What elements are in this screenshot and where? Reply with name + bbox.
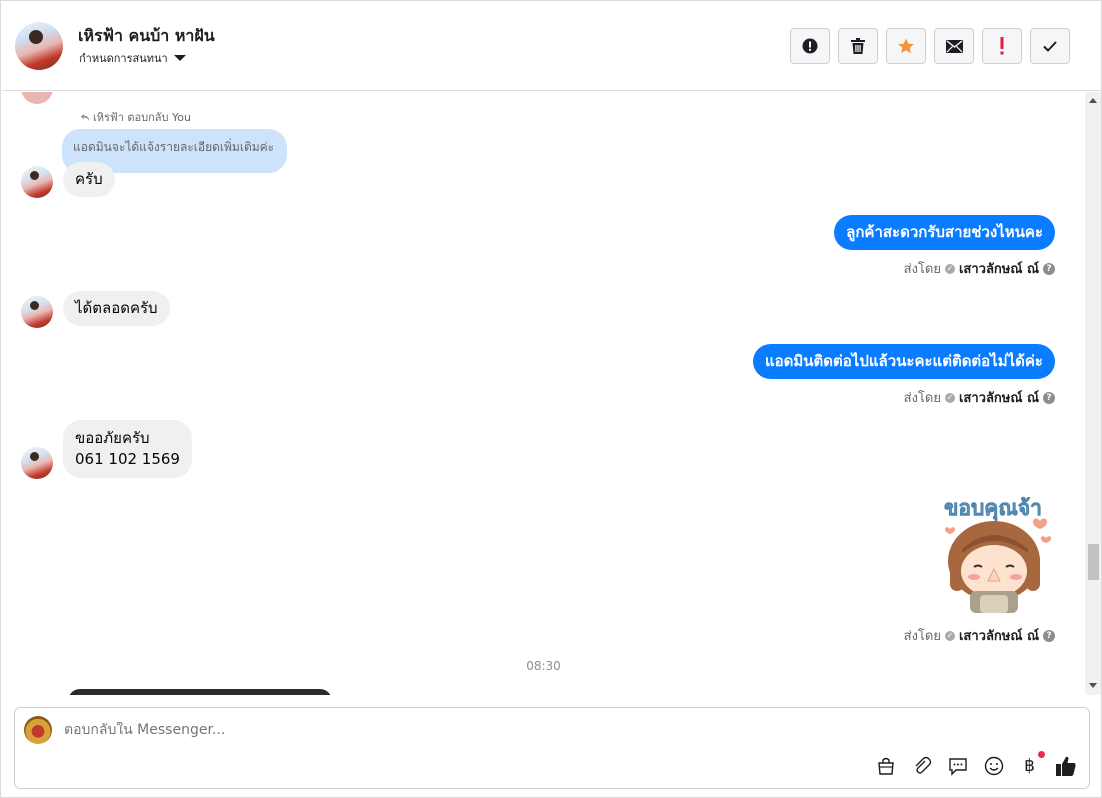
contact-avatar: [21, 92, 53, 104]
outgoing-message[interactable]: แอดมินติดต่อไปแล้วนะคะแต่ติดต่อไม่ได้ค่ะ: [753, 344, 1055, 379]
emoji-icon: [984, 756, 1003, 775]
page-avatar: [24, 716, 52, 744]
baht-payment-icon: ฿: [1024, 755, 1035, 776]
contact-avatar[interactable]: [21, 296, 53, 328]
envelope-icon: [945, 39, 963, 53]
sent-by-line: ส่งโดย ✓ เสาวลักษณ์ ณ์ ?: [904, 625, 1055, 646]
checkmark-icon: [1043, 40, 1057, 52]
attach-button[interactable]: [910, 754, 933, 777]
scroll-up-arrow-icon[interactable]: [1089, 98, 1097, 103]
shop-button[interactable]: [874, 754, 897, 777]
reply-arrow-icon: [81, 113, 90, 121]
conversation-header: เหิรฟ้า คนบ้า หาฝัน กำหนดการสนทนา: [2, 2, 1101, 91]
contact-avatar[interactable]: [15, 22, 63, 70]
mark-unread-button[interactable]: [934, 28, 974, 64]
emoji-button[interactable]: [982, 754, 1005, 777]
scroll-down-arrow-icon[interactable]: [1089, 683, 1097, 688]
sent-by-line: ส่งโดย ✓ เสาวลักษณ์ ณ์ ?: [904, 258, 1055, 279]
conversation-panel: เหิรฟ้า คนบ้า หาฝัน กำหนดการสนทนา เหิรฟ้…: [0, 0, 1102, 798]
incoming-message[interactable]: ครับ: [63, 162, 115, 197]
incoming-message[interactable]: ได้ตลอดครับ: [63, 291, 170, 326]
conversation-toolbar: [790, 28, 1070, 64]
message-timestamp: 08:30: [526, 659, 561, 673]
reply-input[interactable]: [64, 722, 964, 738]
reply-context-label: เหิรฟ้า ตอบกลับ You: [81, 108, 191, 126]
message-composer: ฿: [14, 707, 1090, 789]
saved-replies-icon: [948, 757, 967, 776]
verified-icon: ✓: [944, 392, 955, 403]
caret-down-icon: [173, 55, 186, 61]
heart-icon: [944, 527, 956, 534]
paperclip-icon: [915, 756, 931, 774]
thread-scrollbar[interactable]: [1085, 92, 1101, 695]
verified-icon: ✓: [944, 263, 955, 274]
help-icon[interactable]: ?: [1043, 262, 1055, 275]
exclamation-icon: [1000, 37, 1004, 55]
like-icon: [1055, 756, 1076, 776]
help-icon[interactable]: ?: [1043, 391, 1055, 404]
image-attachment[interactable]: [68, 689, 332, 695]
shop-icon: [877, 757, 894, 775]
message-line: ขออภัยครับ: [75, 429, 150, 447]
composer-toolbar: ฿: [874, 751, 1077, 777]
heart-icon: [1032, 518, 1048, 529]
assign-label: กำหนดการสนทนา: [79, 52, 168, 65]
contact-avatar[interactable]: [21, 166, 53, 198]
incoming-message[interactable]: ขออภัยครับ 061 102 1569: [63, 420, 192, 478]
mark-done-button[interactable]: [1030, 28, 1070, 64]
sticker-text: ขอบคุณจ้า: [944, 496, 1042, 522]
message-thread: เหิรฟ้า ตอบกลับ You แอดมินจะได้แจ้งรายละ…: [2, 92, 1085, 695]
saved-replies-button[interactable]: [946, 754, 969, 777]
contact-avatar[interactable]: [21, 447, 53, 479]
notification-dot: [1038, 751, 1045, 758]
heart-icon: [1040, 536, 1052, 543]
spam-button[interactable]: [790, 28, 830, 64]
alert-circle-icon: [802, 38, 818, 54]
like-button[interactable]: [1054, 754, 1077, 777]
follow-up-button[interactable]: [982, 28, 1022, 64]
verified-icon: ✓: [944, 630, 955, 641]
thank-you-sticker[interactable]: ขอบคุณจ้า: [936, 491, 1056, 615]
scrollbar-thumb[interactable]: [1088, 544, 1099, 580]
delete-button[interactable]: [838, 28, 878, 64]
star-button[interactable]: [886, 28, 926, 64]
contact-name[interactable]: เหิรฟ้า คนบ้า หาฝัน: [78, 24, 215, 49]
message-line: 061 102 1569: [75, 450, 180, 468]
trash-icon: [851, 38, 865, 54]
sent-by-line: ส่งโดย ✓ เสาวลักษณ์ ณ์ ?: [904, 387, 1055, 408]
assign-conversation-dropdown[interactable]: กำหนดการสนทนา: [79, 49, 186, 67]
outgoing-message[interactable]: ลูกค้าสะดวกรับสายช่วงไหนคะ: [834, 215, 1055, 250]
help-icon[interactable]: ?: [1043, 629, 1055, 642]
star-icon: [898, 38, 914, 54]
payment-button[interactable]: ฿: [1018, 751, 1045, 777]
